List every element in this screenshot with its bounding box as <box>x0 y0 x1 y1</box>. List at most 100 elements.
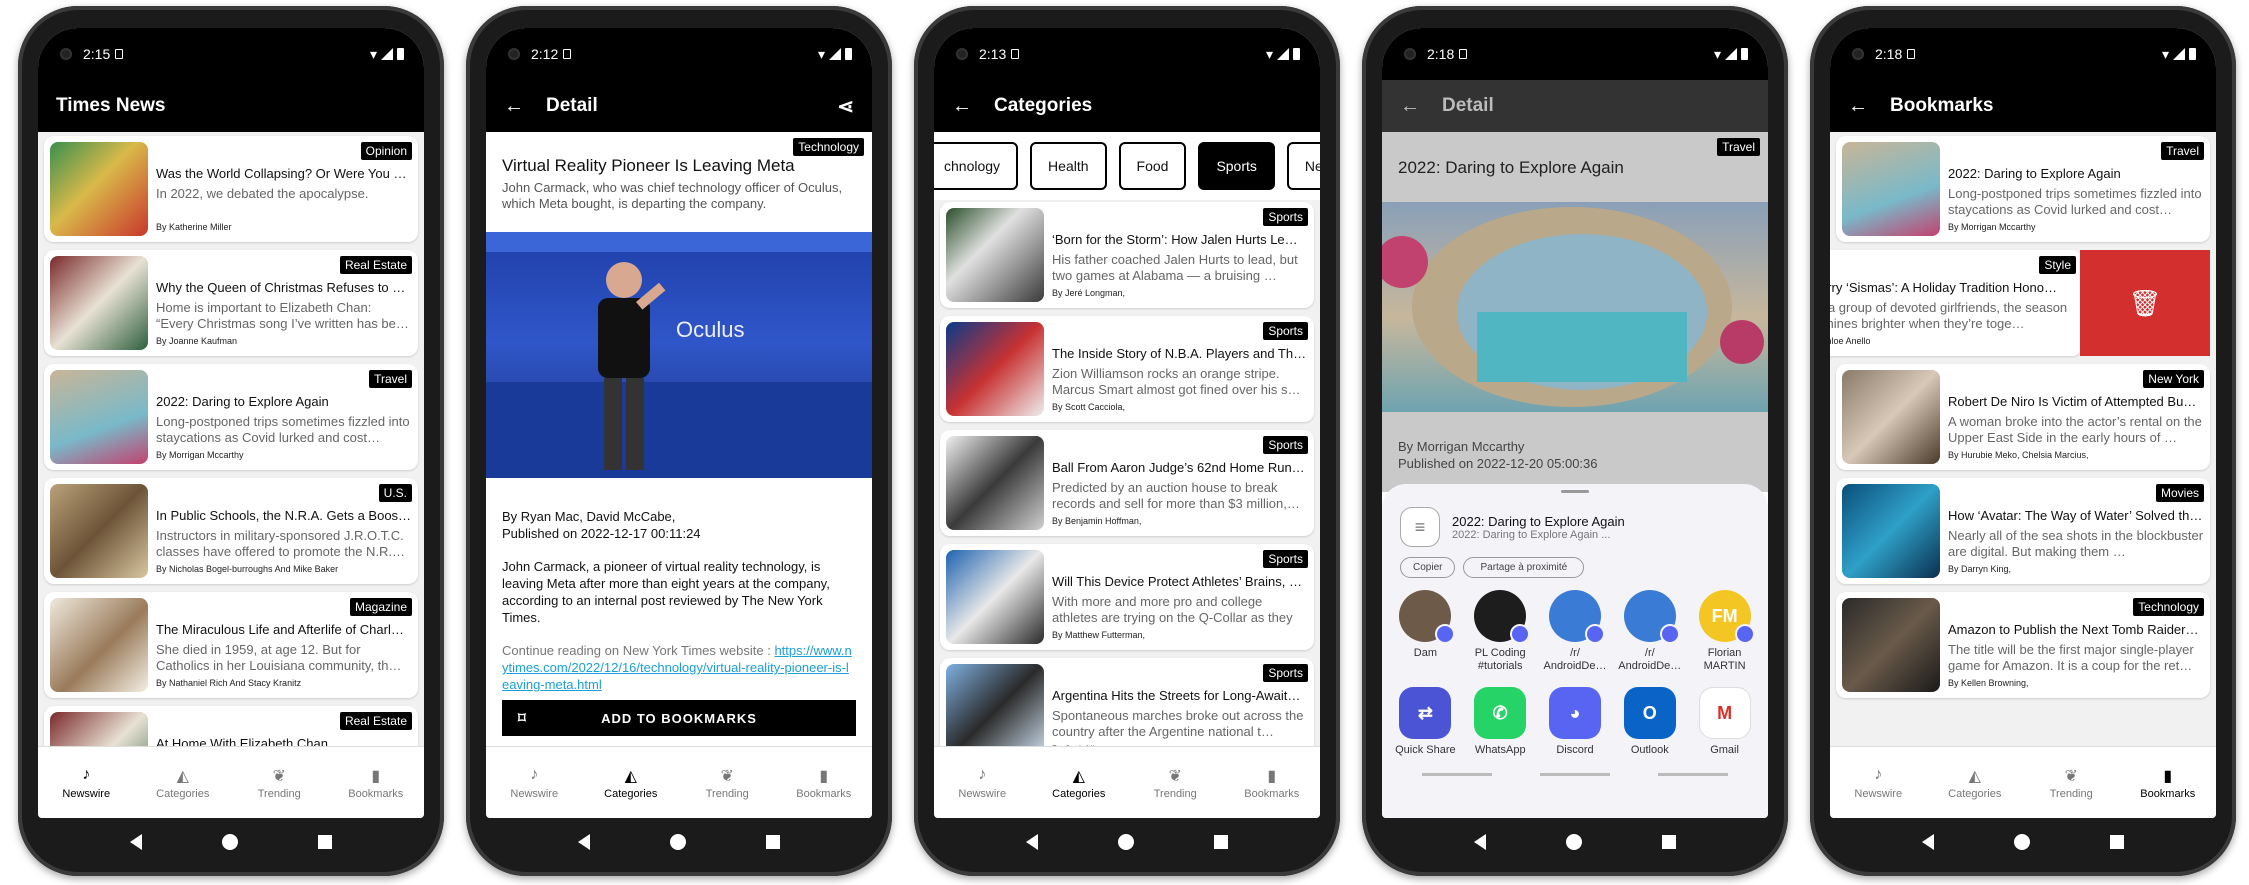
nav-trending[interactable]: ❦ Trending <box>2031 766 2111 800</box>
contact-name: Florian MARTIN <box>1703 647 1746 672</box>
article-card[interactable]: At Home With Elizabeth Chan Real Estate <box>44 706 418 746</box>
home-icon[interactable] <box>2014 834 2030 850</box>
recents-icon[interactable] <box>2110 835 2124 849</box>
app-title: Times News <box>56 95 166 116</box>
article-card[interactable]: Was the World Collapsing? Or Were You … … <box>44 136 418 242</box>
recents-icon[interactable] <box>318 835 332 849</box>
back-icon[interactable] <box>130 834 142 850</box>
screen: 2:18 ▾ ← Detail Travel 2022: Daring to E… <box>1382 28 1768 818</box>
share-app-gmail[interactable]: M Gmail <box>1690 687 1760 757</box>
recents-icon[interactable] <box>766 835 780 849</box>
article-card[interactable]: The Miraculous Life and Afterlife of Cha… <box>44 592 418 698</box>
back-icon[interactable] <box>1026 834 1038 850</box>
share-contact[interactable]: FM Florian MARTIN <box>1690 590 1760 673</box>
article-thumbnail <box>946 550 1044 644</box>
home-icon[interactable] <box>222 834 238 850</box>
nearby-share-chip[interactable]: Partage à proximité <box>1463 557 1585 578</box>
category-chip[interactable]: Food <box>1118 142 1187 190</box>
discord-badge-icon <box>1510 624 1531 644</box>
article-card[interactable]: 2022: Daring to Explore Again Long-postp… <box>44 364 418 470</box>
share-sheet: ≡ 2022: Daring to Explore Again 2022: Da… <box>1382 484 1768 818</box>
share-app-quick-share[interactable]: ⇄ Quick Share <box>1390 687 1460 757</box>
article-card[interactable]: Will This Device Protect Athletes’ Brain… <box>940 544 1314 650</box>
news-list[interactable]: Was the World Collapsing? Or Were You … … <box>38 132 424 746</box>
article-card[interactable]: Argentina Hits the Streets for Long-Awai… <box>940 658 1314 746</box>
article-card[interactable]: Amazon to Publish the Next Tomb Raider… … <box>1836 592 2210 698</box>
bookmark-icon: ▮ <box>2163 767 2173 785</box>
back-icon[interactable] <box>1922 834 1934 850</box>
nav-trending[interactable]: ❦ Trending <box>239 766 319 800</box>
nav-categories[interactable]: ◭ Categories <box>1935 766 2015 800</box>
contact-name: /r/ AndroidDe… <box>1618 647 1682 672</box>
share-contact[interactable]: Dam <box>1390 590 1460 673</box>
swipe-to-delete-row[interactable]: erry ‘Sismas’: A Holiday Tradition Hono…… <box>1830 250 2210 356</box>
back-icon[interactable] <box>578 834 590 850</box>
nav-bookmarks[interactable]: ▮ Bookmarks <box>336 766 416 800</box>
recents-icon[interactable] <box>1214 835 1228 849</box>
nav-newswire[interactable]: ♪ Newswire <box>1838 766 1918 800</box>
back-icon[interactable] <box>1474 834 1486 850</box>
article-card[interactable]: The Inside Story of N.B.A. Players and T… <box>940 316 1314 422</box>
nav-categories[interactable]: ◭ Categories <box>143 766 223 800</box>
home-icon[interactable] <box>670 834 686 850</box>
share-app-outlook[interactable]: O Outlook <box>1615 687 1685 757</box>
nav-label: Newswire <box>510 787 559 800</box>
delete-action[interactable]: 🗑 <box>2080 250 2210 356</box>
nav-label: Newswire <box>62 787 111 800</box>
category-chip[interactable]: Health <box>1030 142 1107 190</box>
arrow-left-icon[interactable]: ← <box>1848 95 1868 118</box>
nav-newswire[interactable]: ♪ Newswire <box>46 766 126 800</box>
share-contact[interactable]: PL Coding #tutorials <box>1465 590 1535 673</box>
nav-bookmarks[interactable]: ▮ Bookmarks <box>1232 766 1312 800</box>
contact-avatar: FM <box>1698 590 1755 644</box>
article-card[interactable]: Robert De Niro Is Victim of Attempted Bu… <box>1836 364 2210 470</box>
share-app-whatsapp[interactable]: ✆ WhatsApp <box>1465 687 1535 757</box>
category-chip[interactable]: New <box>1286 142 1320 190</box>
share-app-discord[interactable]: ◕ Discord <box>1540 687 1610 757</box>
article-card[interactable]: erry ‘Sismas’: A Holiday Tradition Hono…… <box>1830 250 2082 356</box>
article-summary: r a group of devoted girlfriends, the se… <box>1830 300 2068 331</box>
status-time: 2:18 <box>1427 46 1455 62</box>
share-contact[interactable]: /r/ AndroidDe… <box>1540 590 1610 673</box>
nav-label: Trending <box>705 787 749 800</box>
article-card[interactable]: ‘Born for the Storm’: How Jalen Hurts Le… <box>940 202 1314 308</box>
status-bar: 2:18 ▾ <box>1382 28 1768 80</box>
app-glyph: ✆ <box>1492 702 1508 723</box>
article-card[interactable]: How ‘Avatar: The Way of Water’ Solved th… <box>1836 478 2210 584</box>
nav-newswire[interactable]: ♪ Newswire <box>494 766 574 800</box>
arrow-left-icon[interactable]: ← <box>504 95 524 118</box>
status-bar: 2:12 ▾ <box>486 28 872 80</box>
add-to-bookmarks-button[interactable]: ⌑ ADD TO BOOKMARKS <box>502 700 856 736</box>
flame-icon: ❦ <box>1168 767 1182 785</box>
arrow-left-icon[interactable]: ← <box>952 95 972 118</box>
copy-chip[interactable]: Copier <box>1400 557 1456 578</box>
nav-categories[interactable]: ◭ Categories <box>591 766 671 800</box>
shapes-icon: ◭ <box>176 767 189 785</box>
category-chip[interactable]: chnology <box>934 142 1019 190</box>
nav-newswire[interactable]: ♪ Newswire <box>942 766 1022 800</box>
system-navigation <box>1382 822 1768 862</box>
contact-avatar <box>1623 590 1680 644</box>
bookmarks-list[interactable]: 2022: Daring to Explore Again Long-postp… <box>1830 132 2216 746</box>
article-summary: Long-postponed trips sometimes fizzled i… <box>156 414 410 445</box>
article-card[interactable]: 2022: Daring to Explore Again Long-postp… <box>1836 136 2210 242</box>
nav-trending[interactable]: ❦ Trending <box>1135 766 1215 800</box>
article-card[interactable]: Why the Queen of Christmas Refuses to … … <box>44 250 418 356</box>
nav-categories[interactable]: ◭ Categories <box>1039 766 1119 800</box>
nav-label: Categories <box>1948 787 2002 800</box>
home-icon[interactable] <box>1118 834 1134 850</box>
home-icon[interactable] <box>1566 834 1582 850</box>
category-list[interactable]: ‘Born for the Storm’: How Jalen Hurts Le… <box>934 200 1320 746</box>
nav-bookmarks[interactable]: ▮ Bookmarks <box>784 766 864 800</box>
recents-icon[interactable] <box>1662 835 1676 849</box>
category-chip[interactable]: Sports <box>1198 142 1275 190</box>
share-contact[interactable]: /r/ AndroidDe… <box>1615 590 1685 673</box>
arrow-left-icon[interactable]: ← <box>1400 95 1420 118</box>
nav-bookmarks[interactable]: ▮ Bookmarks <box>2128 766 2208 800</box>
article-card[interactable]: In Public Schools, the N.R.A. Gets a Boo… <box>44 478 418 584</box>
phone-categories: 2:13 ▾ ← Categories chnology Health Food Sp… <box>914 6 1340 876</box>
nav-trending[interactable]: ❦ Trending <box>687 766 767 800</box>
article-card[interactable]: Ball From Aaron Judge’s 62nd Home Run… P… <box>940 430 1314 536</box>
app-glyph: M <box>1717 702 1733 723</box>
share-icon[interactable]: ⋖ <box>837 94 854 119</box>
